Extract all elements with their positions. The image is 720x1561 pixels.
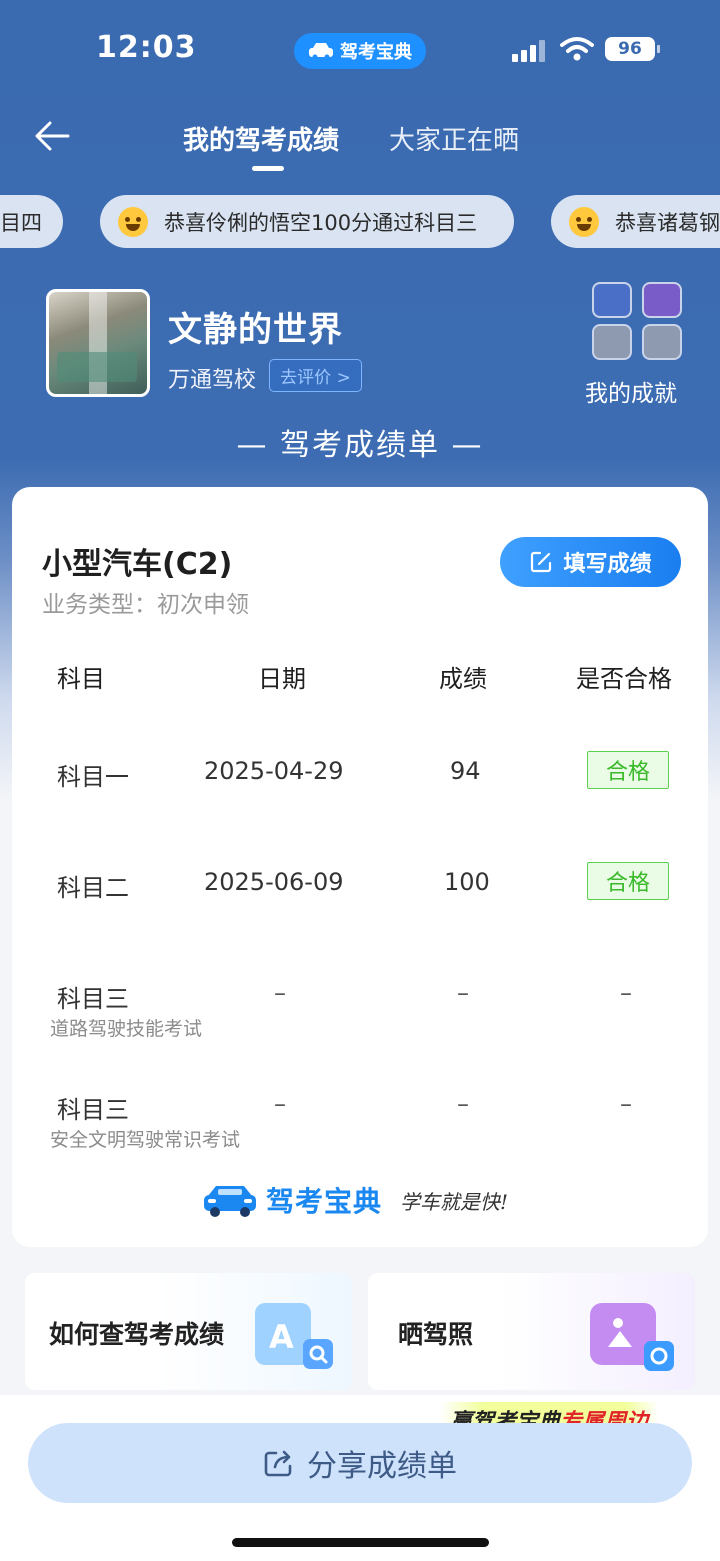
car-icon (309, 43, 333, 60)
col-header-subject: 科目 (57, 665, 105, 693)
brand-logo: 驾考宝典 学车就是快! (202, 1180, 508, 1220)
row-subject: 科目二 (57, 874, 129, 902)
battery-indicator: 96 (605, 37, 660, 61)
active-tab-indicator (252, 166, 284, 171)
photo-camera-icon (590, 1303, 674, 1371)
back-arrow-icon[interactable] (32, 118, 72, 154)
row-score: 94 (450, 757, 481, 785)
badge-icon (592, 282, 632, 318)
svg-text:A: A (269, 1318, 294, 1356)
achievement-badges[interactable] (590, 280, 686, 360)
col-header-passed: 是否合格 (576, 665, 672, 693)
my-achievements-label[interactable]: 我的成就 (585, 374, 677, 408)
row-result: – (620, 1090, 632, 1118)
ticker-text: 恭喜诸葛钢 (615, 210, 720, 235)
signal-icon (512, 40, 548, 62)
status-time: 12:03 (96, 30, 197, 65)
star-eyes-emoji-icon (118, 206, 148, 237)
score-card: 小型汽车(C2) 业务类型：初次申领 填写成绩 科目 日期 成绩 是否合格 科目… (12, 487, 708, 1247)
col-header-score: 成绩 (439, 665, 487, 693)
search-document-icon: A (255, 1303, 333, 1369)
tile-label: 晒驾照 (398, 1320, 474, 1349)
row-subject-note: 道路驾驶技能考试 (50, 1018, 203, 1040)
avatar[interactable] (46, 289, 150, 397)
ticker-item[interactable]: 目四 (0, 195, 63, 248)
pass-badge: 合格 (587, 751, 669, 789)
badge-icon (642, 324, 682, 360)
business-type: 业务类型：初次申领 (42, 592, 249, 618)
vehicle-type: 小型汽车(C2) (42, 547, 233, 582)
app-badge: 驾考宝典 (294, 33, 426, 69)
tab-everyone-sharing[interactable]: 大家正在晒 (389, 120, 519, 157)
star-eyes-emoji-icon (569, 206, 599, 237)
score-sheet-title: — 驾考成绩单 — (236, 428, 484, 463)
user-name: 文静的世界 (168, 310, 343, 350)
row-date: 2025-06-09 (204, 868, 344, 896)
brand-slogan: 学车就是快! (400, 1189, 509, 1214)
how-to-check-scores-tile[interactable]: 如何查驾考成绩 A (25, 1273, 352, 1390)
row-score: – (457, 1090, 469, 1118)
home-indicator (232, 1538, 489, 1547)
share-score-sheet-button[interactable]: 分享成绩单 (28, 1423, 692, 1503)
share-license-tile[interactable]: 晒驾照 (368, 1273, 695, 1390)
edit-icon (531, 551, 552, 573)
ticker-item[interactable]: 恭喜伶俐的悟空100分通过科目三 (100, 195, 514, 248)
row-subject: 科目一 (57, 763, 129, 791)
tab-my-scores[interactable]: 我的驾考成绩 (183, 120, 339, 157)
ticker-item[interactable]: 恭喜诸葛钢 (551, 195, 720, 248)
fill-score-label: 填写成绩 (563, 552, 652, 577)
app-badge-label: 驾考宝典 (340, 42, 412, 63)
row-date: – (274, 979, 286, 1007)
row-date: – (274, 1090, 286, 1118)
ticker-text: 恭喜伶俐的悟空100分通过科目三 (164, 210, 478, 235)
badge-icon (592, 324, 632, 360)
col-header-date: 日期 (258, 665, 306, 693)
wifi-icon (560, 37, 594, 61)
pass-badge: 合格 (587, 862, 669, 900)
row-subject: 科目三 (57, 1096, 129, 1124)
review-school-button[interactable]: 去评价 > (269, 359, 362, 392)
row-subject-note: 安全文明驾驶常识考试 (50, 1129, 241, 1151)
share-icon (264, 1450, 292, 1477)
row-result: – (620, 979, 632, 1007)
share-label: 分享成绩单 (307, 1449, 457, 1484)
fill-score-button[interactable]: 填写成绩 (500, 537, 681, 587)
driving-school-name: 万通驾校 (168, 368, 257, 393)
row-subject: 科目三 (57, 985, 129, 1013)
ticker-text: 目四 (0, 210, 42, 235)
row-date: 2025-04-29 (204, 757, 344, 785)
row-score: 100 (444, 868, 490, 896)
brand-logo-text: 驾考宝典 (266, 1185, 383, 1218)
tile-label: 如何查驾考成绩 (49, 1320, 225, 1349)
status-bar: 12:03 驾考宝典 96 (0, 0, 720, 100)
badge-icon (642, 282, 682, 318)
row-score: – (457, 979, 469, 1007)
car-logo-icon (204, 1186, 256, 1217)
